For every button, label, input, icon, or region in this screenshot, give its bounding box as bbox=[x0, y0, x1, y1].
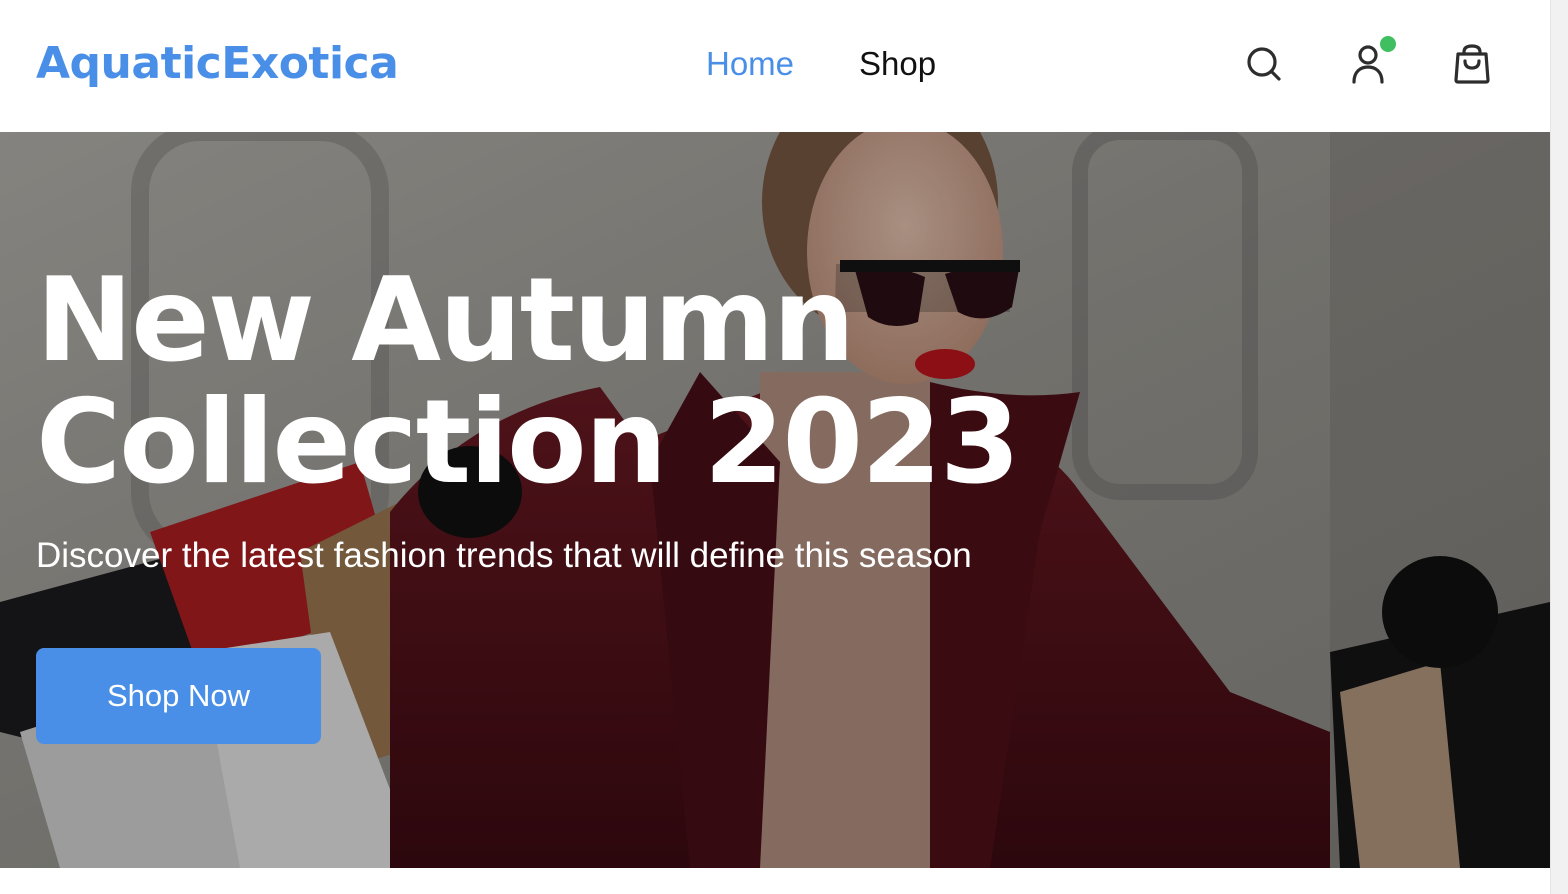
hero-title: New Autumn Collection 2023 bbox=[36, 260, 1236, 504]
site-logo[interactable]: AquaticExotica bbox=[36, 36, 399, 92]
search-icon[interactable] bbox=[1240, 40, 1288, 88]
scrollbar[interactable] bbox=[1550, 0, 1568, 894]
main-nav: Home Shop bbox=[706, 42, 936, 86]
hero-subtitle: Discover the latest fashion trends that … bbox=[36, 536, 972, 575]
page: AquaticExotica Home Shop New Autumn Coll… bbox=[0, 0, 1568, 894]
nav-link-home[interactable]: Home bbox=[706, 42, 794, 86]
user-status-indicator bbox=[1380, 36, 1396, 52]
shop-now-button[interactable]: Shop Now bbox=[36, 648, 321, 744]
shopping-bag-icon[interactable] bbox=[1448, 40, 1496, 88]
nav-link-shop[interactable]: Shop bbox=[859, 42, 936, 86]
hero-title-line-1: New Autumn bbox=[36, 253, 855, 388]
hero-title-line-2: Collection 2023 bbox=[36, 375, 1021, 510]
page-bottom-strip bbox=[0, 868, 1550, 894]
site-header: AquaticExotica Home Shop bbox=[0, 0, 1550, 132]
hero-banner: New Autumn Collection 2023 Discover the … bbox=[0, 132, 1550, 868]
